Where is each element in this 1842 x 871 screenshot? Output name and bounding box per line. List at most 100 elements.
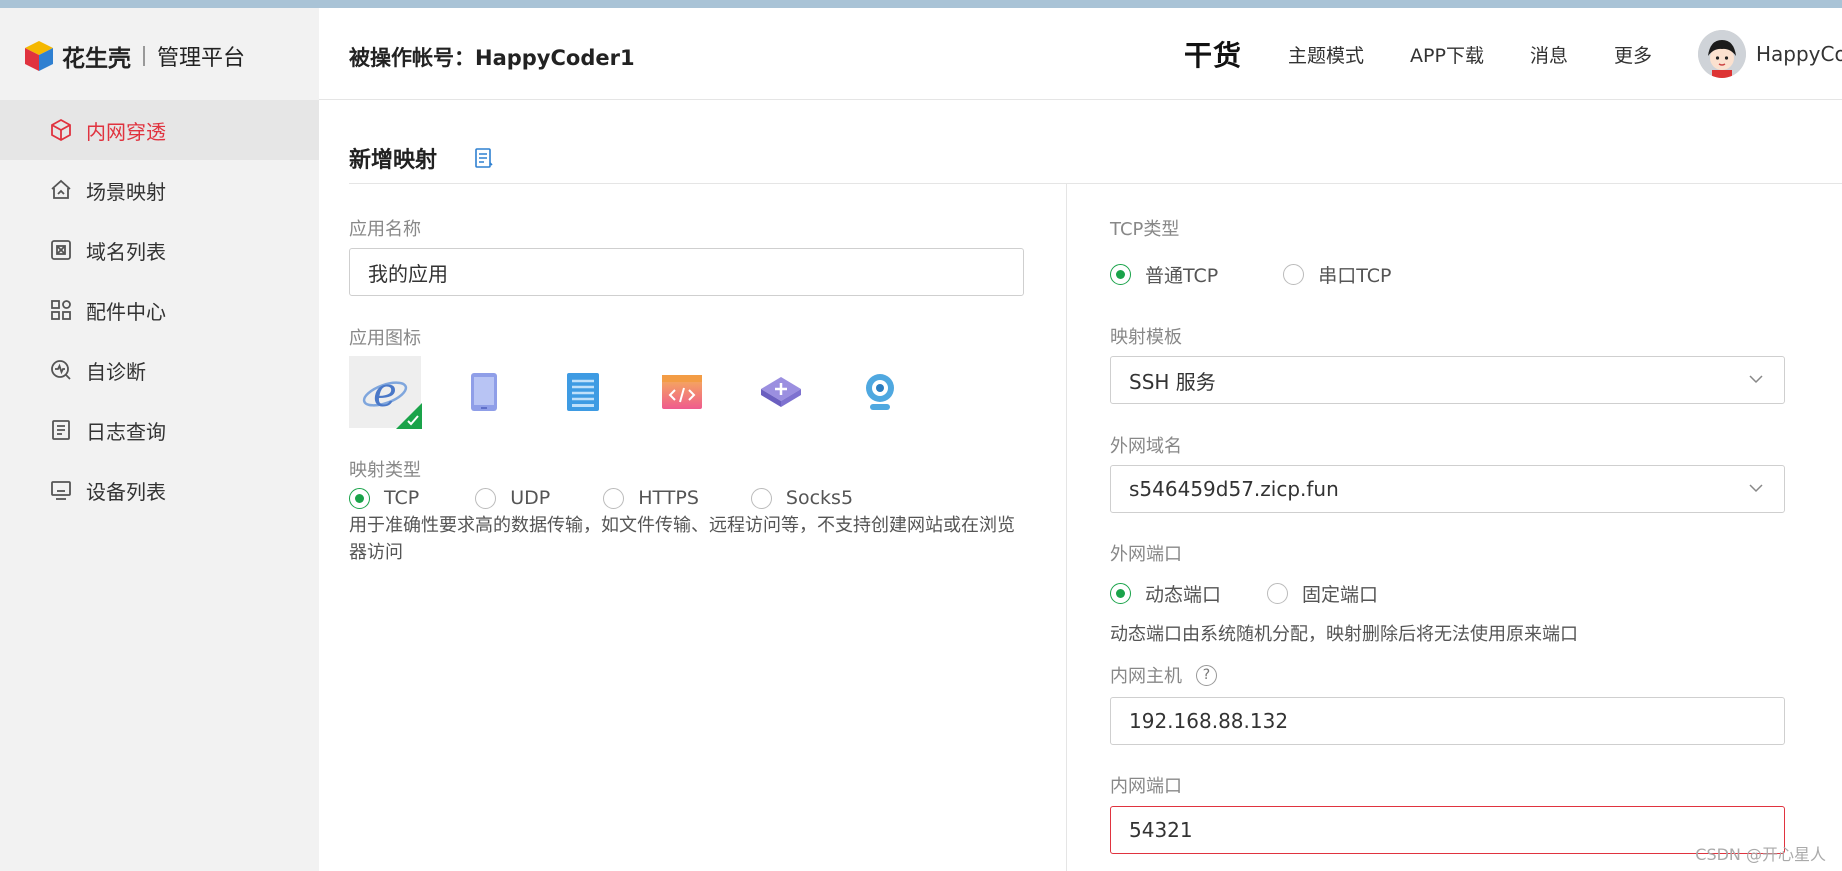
cube-icon (48, 117, 74, 143)
inner-host-label-row: 内网主机 ? (1110, 662, 1217, 688)
document-icon[interactable] (474, 147, 494, 169)
sidebar-item-self-diagnosis[interactable]: 自诊断 (0, 340, 319, 400)
tablet-icon (471, 373, 497, 411)
map-type-help: 用于准确性要求高的数据传输，如文件传输、远程访问等，不支持创建网站或在浏览 器访… (349, 512, 1039, 566)
svg-text:e: e (373, 370, 397, 416)
nav-more[interactable]: 更多 (1614, 41, 1652, 68)
map-type-udp[interactable]: UDP (475, 487, 550, 509)
page-title: 新增映射 (349, 148, 438, 173)
watermark: CSDN @开心星人 (1695, 845, 1826, 864)
template-select[interactable]: SSH 服务 (1110, 356, 1785, 404)
app-icon-option-router[interactable] (745, 356, 817, 428)
map-type-https[interactable]: HTTPS (603, 487, 699, 509)
ext-port-label: 外网端口 (1110, 544, 1182, 565)
radio-label: Socks5 (785, 487, 854, 509)
radio-label: 动态端口 (1145, 584, 1222, 606)
map-type-tcp[interactable]: TCP (349, 487, 419, 509)
code-window-icon (662, 375, 702, 409)
operated-account: 被操作帐号：HappyCoder1 (349, 46, 635, 70)
ext-port-radio-group: 动态端口 固定端口 (1110, 580, 1378, 607)
selected-check-icon (396, 403, 422, 429)
sidebar-item-accessories[interactable]: 配件中心 (0, 280, 319, 340)
avatar[interactable] (1698, 30, 1746, 78)
app-icon-picker: e (349, 356, 943, 429)
map-type-socks5[interactable]: Socks5 (750, 487, 854, 509)
radio-unchecked-icon (1267, 583, 1289, 604)
window-top-strip (0, 0, 1842, 8)
logo-divider (143, 46, 145, 66)
inner-host-label: 内网主机 (1110, 666, 1182, 687)
column-divider (1066, 184, 1067, 871)
sidebar-item-label: 域名列表 (86, 239, 166, 264)
radio-label: TCP (384, 487, 420, 509)
app-name-input[interactable]: 我的应用 (349, 248, 1024, 296)
app-icon-option-code[interactable] (646, 356, 718, 428)
radio-checked-icon (349, 487, 370, 509)
sidebar-item-label: 内网穿透 (86, 119, 166, 144)
grid-icon (48, 297, 74, 323)
ext-port-dynamic[interactable]: 动态端口 (1110, 580, 1221, 607)
top-header: 被操作帐号：HappyCoder1 干货 主题模式 APP下载 消息 更多 Ha… (319, 8, 1842, 100)
sidebar-item-domain-list[interactable]: 域名列表 (0, 220, 319, 280)
help-question-icon[interactable]: ? (1196, 664, 1217, 686)
ganhuo-link[interactable]: 干货 (1184, 34, 1242, 74)
app-icon-option-webcam[interactable] (844, 356, 916, 428)
diagnose-icon (48, 357, 74, 383)
radio-checked-icon (1110, 583, 1131, 604)
ext-port-fixed[interactable]: 固定端口 (1267, 580, 1378, 607)
sidebar-item-label: 场景映射 (86, 179, 166, 204)
sidebar-item-device-list[interactable]: 设备列表 (0, 460, 319, 520)
log-icon (48, 417, 74, 443)
radio-checked-icon (1110, 264, 1131, 285)
radio-label: 普通TCP (1145, 265, 1219, 287)
tcp-type-serial[interactable]: 串口TCP (1283, 261, 1391, 288)
webcam-icon (866, 374, 894, 410)
radio-unchecked-icon (475, 487, 497, 509)
radio-unchecked-icon (603, 487, 625, 509)
nav-theme-mode[interactable]: 主题模式 (1288, 41, 1364, 68)
radio-unchecked-icon (1283, 264, 1305, 285)
tcp-type-normal[interactable]: 普通TCP (1110, 261, 1218, 288)
radio-label: 串口TCP (1318, 265, 1392, 287)
logo[interactable]: 花生壳 管理平台 (22, 38, 245, 74)
username[interactable]: HappyCoder1 (1756, 42, 1842, 66)
title-divider (349, 183, 1842, 184)
template-value: SSH 服务 (1129, 369, 1216, 394)
peanut-cube-logo-icon (25, 41, 53, 71)
sidebar-menu: 内网穿透 场景映射 域名列表 配件中心 自诊断 日志查询 设备列表 (0, 100, 319, 520)
app-icon-option-ie[interactable]: e (349, 356, 422, 429)
sidebar-item-log-query[interactable]: 日志查询 (0, 400, 319, 460)
ext-port-help: 动态端口由系统随机分配，映射删除后将无法使用原来端口 (1110, 624, 1578, 645)
map-type-label: 映射类型 (349, 460, 421, 481)
header-nav: 干货 主题模式 APP下载 消息 更多 HappyCoder1 (1184, 8, 1842, 100)
radio-label: 固定端口 (1302, 584, 1379, 606)
sidebar-item-intranet[interactable]: 内网穿透 (0, 100, 319, 160)
house-icon (48, 177, 74, 203)
tcp-type-radio-group: 普通TCP 串口TCP (1110, 261, 1391, 288)
sidebar-item-label: 自诊断 (86, 359, 146, 384)
domain-value: s546459d57.zicp.fun (1129, 477, 1339, 501)
sidebar-item-scene-mapping[interactable]: 场景映射 (0, 160, 319, 220)
map-type-help-line: 用于准确性要求高的数据传输，如文件传输、远程访问等，不支持创建网站或在浏览 (349, 515, 1015, 536)
template-label: 映射模板 (1110, 327, 1182, 348)
domain-select[interactable]: s546459d57.zicp.fun (1110, 465, 1785, 513)
app-icon-option-tablet[interactable] (448, 356, 520, 428)
domain-label: 外网域名 (1110, 436, 1182, 457)
inner-port-input[interactable]: 54321 (1110, 806, 1785, 854)
nav-messages[interactable]: 消息 (1530, 41, 1568, 68)
app-icon-option-server[interactable] (547, 356, 619, 428)
app-name-label: 应用名称 (349, 219, 421, 240)
tcp-type-label: TCP类型 (1110, 219, 1180, 240)
radio-label: UDP (510, 487, 551, 509)
map-type-radio-group: TCP UDP HTTPS Socks5 (349, 487, 853, 509)
sidebar-item-label: 日志查询 (86, 419, 166, 444)
radio-unchecked-icon (750, 487, 772, 509)
app-icon-label: 应用图标 (349, 328, 421, 349)
chevron-down-icon (1749, 375, 1763, 384)
router-icon (761, 377, 801, 407)
platform-name: 管理平台 (157, 46, 246, 71)
map-type-help-line: 器访问 (349, 542, 403, 563)
nav-app-download[interactable]: APP下载 (1410, 41, 1484, 68)
inner-host-input[interactable]: 192.168.88.132 (1110, 697, 1785, 745)
monitor-icon (48, 477, 74, 503)
